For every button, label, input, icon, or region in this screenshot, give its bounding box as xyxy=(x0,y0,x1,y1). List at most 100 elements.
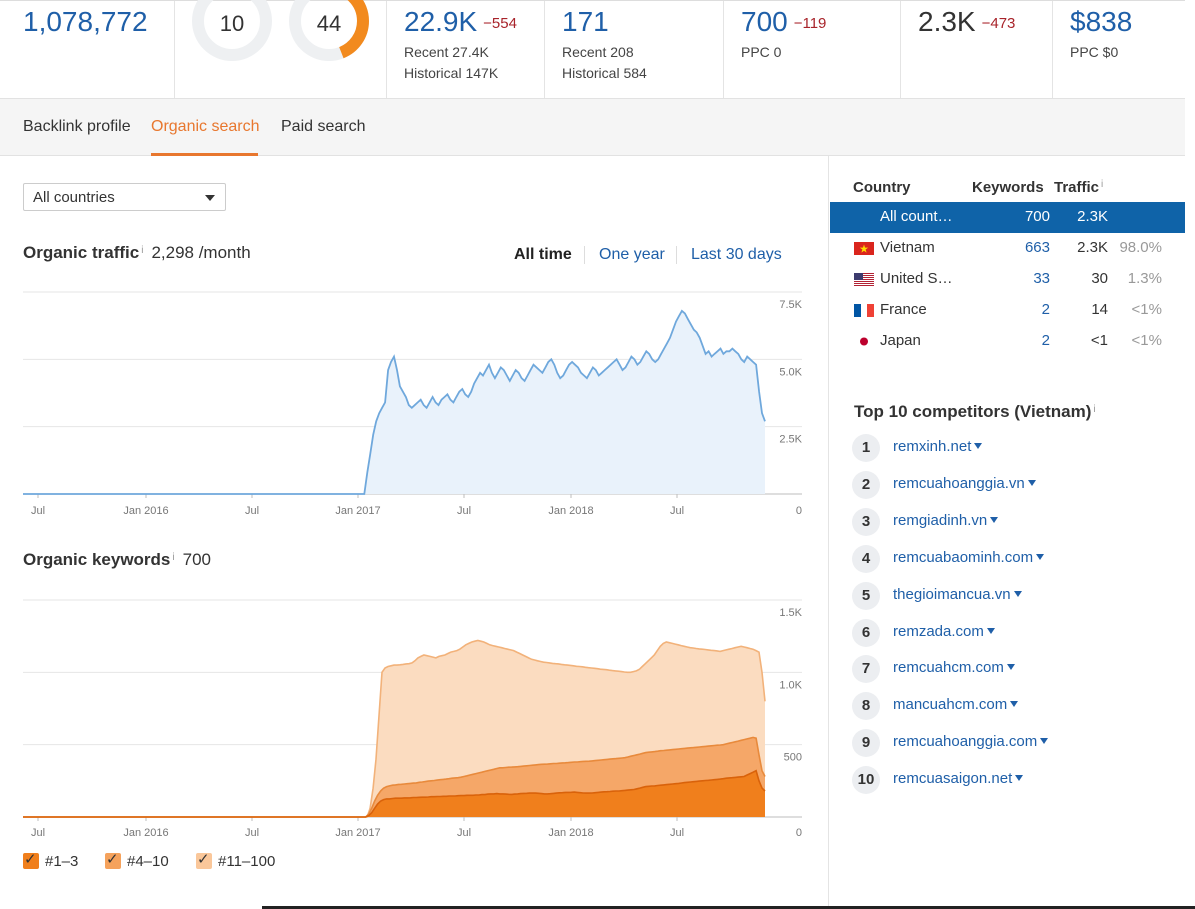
organic-keywords-title: Organic keywords xyxy=(23,550,171,569)
caret-down-icon[interactable] xyxy=(1036,553,1045,560)
x-tick-label: Jul xyxy=(245,827,259,839)
checkbox-icon[interactable] xyxy=(23,850,39,869)
caret-down-icon[interactable] xyxy=(1013,590,1022,597)
metric-sub: Historical 147K xyxy=(404,65,499,81)
metric-delta: −119 xyxy=(793,15,827,32)
country-row-france[interactable]: France 2 14 <1% xyxy=(830,295,1185,326)
info-icon[interactable]: i xyxy=(1101,179,1103,190)
metric-sub: Historical 584 xyxy=(562,65,647,81)
competitor-domain-link[interactable]: thegioimancua.vn xyxy=(893,586,1022,603)
competitor-domain-link[interactable]: remcuahcm.com xyxy=(893,659,1015,676)
competitor-domain-link[interactable]: remgiadinh.vn xyxy=(893,512,999,529)
range-one-year[interactable]: One year xyxy=(599,246,665,264)
competitor-domain-link[interactable]: remcuahoanggia.com xyxy=(893,733,1049,750)
vietnam-flag-icon xyxy=(854,242,874,255)
competitor-rank: 8 xyxy=(852,692,880,721)
competitor-domain: remcuahcm.com xyxy=(893,659,1004,677)
checkbox-icon[interactable] xyxy=(196,850,212,869)
competitor-domain-link[interactable]: remcuabaominh.com xyxy=(893,549,1045,566)
tab-paid-search[interactable]: Paid search xyxy=(281,118,366,136)
checkbox-icon[interactable] xyxy=(105,850,121,869)
metric-domain-rating[interactable]: 44 xyxy=(287,0,377,99)
legend-item-top10[interactable]: #4–10 xyxy=(105,850,169,870)
col-header-traffic[interactable]: Traffic i xyxy=(1054,179,1103,196)
country-select[interactable]: All countries xyxy=(23,183,226,211)
metric-referring-domains[interactable]: 171 Recent 208 Historical 584 xyxy=(562,1,712,99)
country-traffic-share: <1% xyxy=(1131,332,1162,349)
competitor-domain-link[interactable]: remzada.com xyxy=(893,623,995,640)
divider xyxy=(828,156,829,909)
divider xyxy=(386,1,387,99)
legend-item-top3[interactable]: #1–3 xyxy=(23,850,78,870)
caret-down-icon[interactable] xyxy=(1015,775,1024,782)
metric-url-rating[interactable]: 10 xyxy=(190,0,280,99)
competitor-domain: mancuahcm.com xyxy=(893,696,1008,714)
caret-down-icon[interactable] xyxy=(1027,479,1036,486)
caret-down-icon[interactable] xyxy=(974,443,983,449)
caret-down-icon[interactable] xyxy=(1040,738,1049,745)
competitor-domain-link[interactable]: mancuahcm.com xyxy=(893,696,1019,714)
competitor-domain-link[interactable]: remxinh.net xyxy=(893,438,983,455)
organic-keywords-value: 700 xyxy=(182,550,211,569)
country-row-united-states[interactable]: United S… 33 30 1.3% xyxy=(830,264,1185,295)
metric-traffic-value[interactable]: $838 PPC $0 xyxy=(1070,1,1180,99)
organic-traffic-chart[interactable]: 7.5K 5.0K 2.5K 0 Jul Jan 2016 Jul Jan 2017 Jul Ja… xyxy=(0,280,820,525)
japan-flag-icon xyxy=(854,335,874,348)
caret-down-icon[interactable] xyxy=(986,627,995,634)
divider xyxy=(544,1,545,99)
competitor-domain-link[interactable]: remcuasaigon.net xyxy=(893,770,1024,787)
tab-organic-search[interactable]: Organic search xyxy=(151,118,260,136)
divider xyxy=(723,1,724,99)
metric-backlinks[interactable]: 1,078,772 xyxy=(23,1,173,99)
country-row-all[interactable]: All count… 700 2.3K xyxy=(830,202,1185,233)
range-all-time[interactable]: All time xyxy=(514,246,572,264)
legend-label: #4–10 xyxy=(127,853,169,870)
country-traffic: 14 xyxy=(1091,301,1108,318)
divider xyxy=(584,246,585,264)
country-traffic: 2.3K xyxy=(1077,208,1108,225)
country-keywords[interactable]: 663 xyxy=(990,239,1050,256)
competitor-domain: thegioimancua.vn xyxy=(893,585,1011,603)
metric-value: 44 xyxy=(316,11,342,36)
x-tick-label: Jan 2016 xyxy=(123,827,168,839)
competitor-domain: remzada.com xyxy=(893,622,984,640)
metric-backlinks-count[interactable]: 22.9K −554 Recent 27.4K Historical 147K xyxy=(404,1,544,99)
competitor-rank: 3 xyxy=(852,507,880,536)
range-last-30-days[interactable]: Last 30 days xyxy=(691,246,782,264)
x-tick-label: Jul xyxy=(31,505,45,517)
y-tick-label: 1.0K xyxy=(779,679,802,691)
organic-keywords-header: Organic keywords i 700 xyxy=(23,550,211,570)
country-row-vietnam[interactable]: Vietnam 663 2.3K 98.0% xyxy=(830,233,1185,264)
tab-backlink-profile[interactable]: Backlink profile xyxy=(23,118,131,136)
country-traffic-share: <1% xyxy=(1131,301,1162,318)
metric-organic-keywords[interactable]: 700 −119 PPC 0 xyxy=(741,1,891,99)
competitor-domain-link[interactable]: remcuahoanggia.vn xyxy=(893,475,1036,492)
col-header-keywords[interactable]: Keywords xyxy=(972,179,1044,196)
metric-value: 10 xyxy=(219,11,245,36)
y-tick-label: 0 xyxy=(796,827,802,839)
country-keywords[interactable]: 33 xyxy=(990,270,1050,287)
competitors-title-text: Top 10 competitors (Vietnam) xyxy=(854,402,1092,421)
info-icon[interactable]: i xyxy=(172,552,174,563)
info-icon[interactable]: i xyxy=(141,245,143,256)
france-flag-icon xyxy=(854,304,874,317)
metric-organic-traffic[interactable]: 2.3K −473 xyxy=(918,1,1048,99)
divider xyxy=(900,1,901,99)
legend-item-top100[interactable]: #11–100 xyxy=(196,850,275,870)
metric-sub: Recent 27.4K xyxy=(404,44,489,60)
country-keywords[interactable]: 2 xyxy=(990,332,1050,349)
caret-down-icon[interactable] xyxy=(990,516,999,523)
y-tick-label: 2.5K xyxy=(779,434,802,446)
competitor-rank: 7 xyxy=(852,655,880,684)
metric-value: 700 xyxy=(741,6,788,37)
country-name: United S… xyxy=(880,270,953,287)
organic-keywords-chart[interactable]: 1.5K 1.0K 500 0 Jul Jan 2016 Jul Jan 2017 Jul Jan… xyxy=(0,590,820,845)
col-header-country[interactable]: Country xyxy=(853,179,911,196)
caret-down-icon[interactable] xyxy=(1006,664,1015,671)
country-row-japan[interactable]: Japan 2 <1 <1% xyxy=(830,326,1185,357)
country-keywords[interactable]: 2 xyxy=(990,301,1050,318)
info-icon[interactable]: i xyxy=(1093,404,1095,415)
competitor-rank: 2 xyxy=(852,470,880,499)
divider xyxy=(174,1,175,99)
caret-down-icon[interactable] xyxy=(1010,701,1019,708)
